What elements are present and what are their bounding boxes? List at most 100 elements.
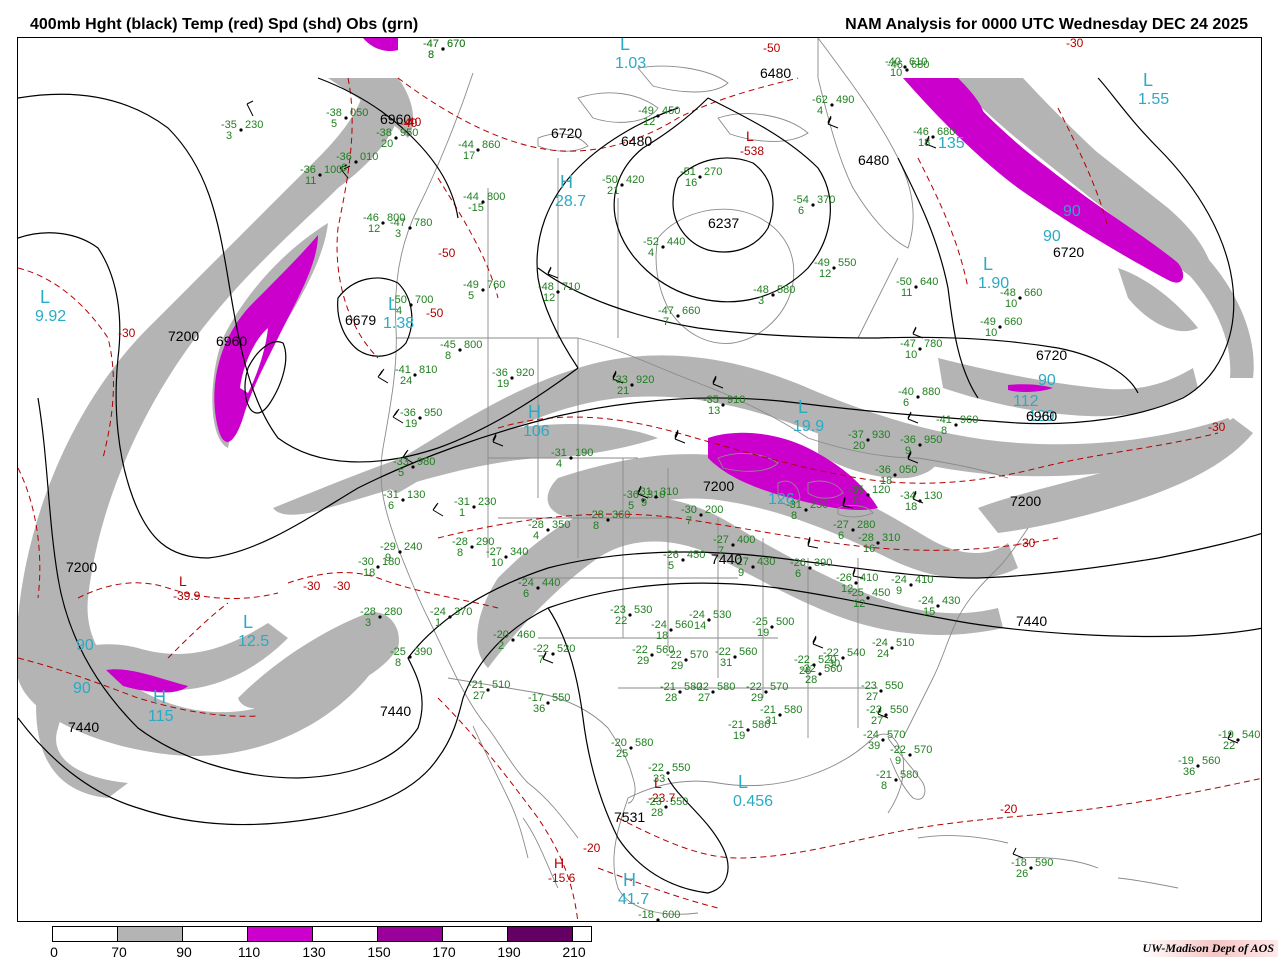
station-height: 660 bbox=[1004, 316, 1022, 328]
station-height: 310 bbox=[882, 532, 900, 544]
colorbar-tick-label: 190 bbox=[497, 944, 521, 960]
station-height: 050 bbox=[350, 107, 368, 119]
station-dot bbox=[804, 508, 808, 512]
station-dewpoint: 9 bbox=[738, 567, 744, 579]
station-height: 580 bbox=[777, 284, 795, 296]
station-dewpoint: 29 bbox=[671, 660, 683, 672]
station-dot bbox=[669, 628, 673, 632]
center-letter: L bbox=[388, 294, 398, 314]
center-letter: L bbox=[243, 612, 253, 632]
station-dot bbox=[733, 655, 737, 659]
station-height: 580 bbox=[717, 681, 735, 693]
wind-barb bbox=[807, 536, 819, 549]
station-dewpoint: 11 bbox=[901, 287, 912, 299]
station-height: 440 bbox=[667, 236, 685, 248]
station-height: 360 bbox=[612, 509, 630, 521]
station-dot bbox=[354, 160, 358, 164]
speed-shade-110-130 bbox=[363, 38, 398, 52]
station-dot bbox=[711, 690, 715, 694]
station-dot bbox=[409, 303, 413, 307]
wind-barb bbox=[912, 326, 924, 339]
station-dewpoint: 36 bbox=[533, 703, 545, 715]
station-dot bbox=[408, 655, 412, 659]
station-dot bbox=[378, 615, 382, 619]
station-plot: -22 57029 bbox=[746, 681, 788, 704]
station-dewpoint: 10 bbox=[1005, 298, 1017, 310]
station-dewpoint: 11 bbox=[305, 175, 316, 187]
station-dewpoint: 12 bbox=[853, 598, 865, 610]
colorbar-tick-label: 210 bbox=[562, 944, 586, 960]
station-dot bbox=[707, 618, 711, 622]
station-height: 540 bbox=[1242, 729, 1260, 741]
station-dot bbox=[546, 701, 550, 705]
station-plot: -21 58019 bbox=[728, 719, 770, 742]
station-height: 550 bbox=[838, 257, 856, 269]
station-plot: -24 3701 bbox=[430, 606, 472, 629]
station-dewpoint: 22 bbox=[1223, 740, 1235, 752]
station-dewpoint: 10 bbox=[491, 557, 503, 569]
station-dot bbox=[546, 528, 550, 532]
station-dewpoint: 28 bbox=[799, 665, 811, 677]
station-dot bbox=[879, 689, 883, 693]
station-dewpoint: 4 bbox=[556, 458, 562, 470]
station-height: 490 bbox=[836, 94, 854, 106]
station-dewpoint: 13 bbox=[708, 405, 720, 417]
station-plot: -49 45012 bbox=[638, 105, 680, 128]
station-dewpoint: 5 bbox=[331, 118, 337, 130]
colorbar-segment bbox=[377, 926, 443, 942]
station-dot bbox=[832, 266, 836, 270]
station-height: 590 bbox=[1035, 857, 1053, 869]
colorbar-segment bbox=[572, 926, 592, 942]
center-letter: L bbox=[179, 573, 187, 589]
station-dot bbox=[811, 203, 815, 207]
station-plot: -36 92019 bbox=[492, 367, 534, 390]
temperature-label: -20 bbox=[1000, 802, 1018, 816]
station-plot: -47 6708 bbox=[423, 38, 465, 61]
station-height: 510 bbox=[492, 679, 510, 691]
station-dot bbox=[1029, 866, 1033, 870]
station-height: 560 bbox=[739, 646, 757, 658]
station-dewpoint: 9 bbox=[896, 585, 902, 597]
station-dot bbox=[318, 173, 322, 177]
station-dewpoint: 12 bbox=[543, 292, 555, 304]
station-plot: -30 18018 bbox=[358, 556, 400, 579]
station-dot bbox=[656, 918, 660, 921]
center-letter: L bbox=[40, 287, 50, 307]
temp-contour bbox=[597, 867, 719, 909]
station-dot bbox=[918, 347, 922, 351]
speed-label: 90 bbox=[73, 680, 91, 697]
station-height: 230 bbox=[245, 119, 263, 131]
station-height: 950 bbox=[424, 407, 442, 419]
colorbar-segment bbox=[182, 926, 248, 942]
station-dot bbox=[476, 148, 480, 152]
station-height: 450 bbox=[872, 587, 890, 599]
center-letter: H bbox=[153, 687, 166, 707]
station-dot bbox=[629, 746, 633, 750]
station-dewpoint: 4 bbox=[648, 247, 654, 259]
station-dot bbox=[778, 713, 782, 717]
station-plot: -49 55012 bbox=[814, 257, 856, 280]
station-height: 460 bbox=[517, 629, 535, 641]
station-height: 390 bbox=[814, 557, 832, 569]
height-label: 7200 bbox=[703, 478, 734, 494]
temp-contour bbox=[437, 697, 579, 921]
station-height: 530 bbox=[713, 609, 731, 621]
station-dot bbox=[408, 226, 412, 230]
station-plot: -22 5709 bbox=[890, 744, 932, 767]
center-value: 0.456 bbox=[733, 793, 773, 810]
station-plot: -22 5207 bbox=[533, 643, 575, 666]
station-height: 960 bbox=[960, 414, 978, 426]
station-plot: -44 86017 bbox=[458, 139, 500, 162]
station-dewpoint: 16 bbox=[863, 543, 875, 555]
station-dewpoint: 9 bbox=[905, 445, 911, 457]
station-height: 580 bbox=[900, 769, 918, 781]
station-dewpoint: 12 bbox=[368, 223, 380, 235]
station-dot bbox=[914, 285, 918, 289]
station-dewpoint: 10 bbox=[985, 327, 997, 339]
station-height: 370 bbox=[817, 194, 835, 206]
station-dewpoint: 8 bbox=[593, 520, 599, 532]
station-dot bbox=[441, 47, 445, 51]
station-plot: -24 53014 bbox=[689, 609, 731, 632]
station-dot bbox=[381, 221, 385, 225]
temperature-label: -30 bbox=[118, 326, 136, 340]
